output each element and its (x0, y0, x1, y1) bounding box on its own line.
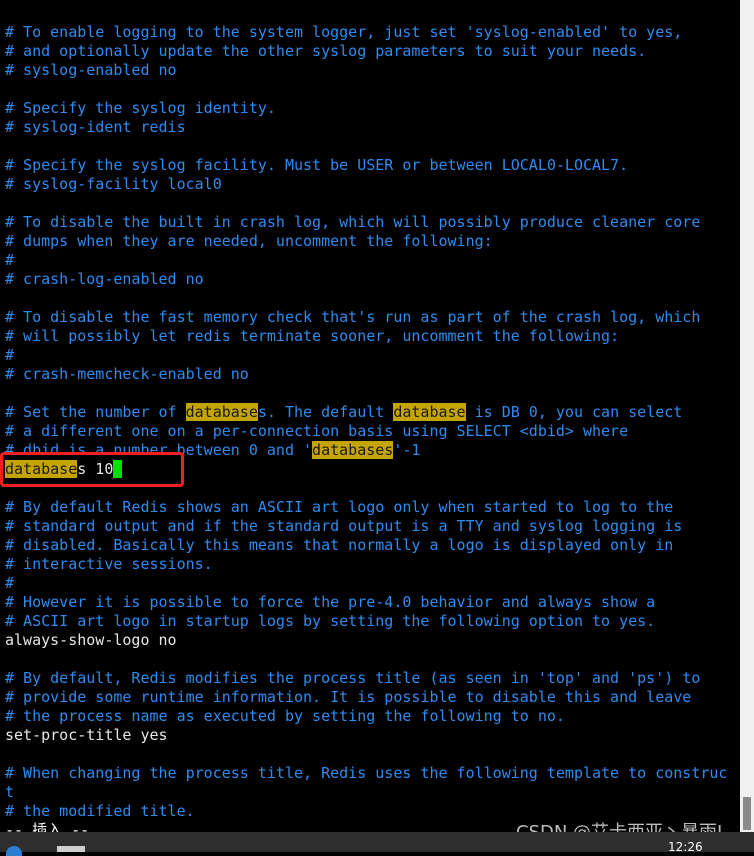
annotation-highlight-box (0, 452, 184, 487)
editor-line: # syslog-enabled no (5, 61, 740, 80)
code-text: # (5, 574, 15, 592)
code-text: # the modified title. (5, 802, 195, 820)
code-text: # (5, 346, 15, 364)
vim-editor[interactable]: # To enable logging to the system logger… (5, 23, 740, 840)
code-text: # By default Redis shows an ASCII art lo… (5, 498, 674, 516)
code-text: # (5, 251, 15, 269)
code-text: # syslog-facility local0 (5, 175, 222, 193)
code-text: # a different one on a per-connection ba… (5, 422, 629, 440)
code-text: # Set the number of (5, 403, 186, 421)
editor-line: # Specify the syslog facility. Must be U… (5, 156, 740, 175)
code-text: # the process name as executed by settin… (5, 707, 565, 725)
code-text: # syslog-enabled no (5, 61, 177, 79)
editor-line: # crash-memcheck-enabled no (5, 365, 740, 384)
code-text: s. The default (257, 403, 394, 421)
editor-line: # syslog-ident redis (5, 118, 740, 137)
editor-line: # By default Redis shows an ASCII art lo… (5, 498, 740, 517)
code-text: # will possibly let redis terminate soon… (5, 327, 620, 345)
code-text: # crash-memcheck-enabled no (5, 365, 249, 383)
editor-line: # Specify the syslog identity. (5, 99, 740, 118)
editor-line: # Set the number of databases. The defau… (5, 403, 740, 422)
code-text: # interactive sessions. (5, 555, 213, 573)
editor-line: # To disable the fast memory check that'… (5, 308, 740, 327)
editor-line: # syslog-facility local0 (5, 175, 740, 194)
code-text: # To disable the built in crash log, whi… (5, 213, 701, 231)
code-text: # Specify the syslog facility. Must be U… (5, 156, 629, 174)
editor-line: # (5, 346, 740, 365)
editor-line: # However it is possible to force the pr… (5, 593, 740, 612)
code-text: is DB 0, you can select (465, 403, 683, 421)
editor-line: # (5, 574, 740, 593)
editor-line: t (5, 783, 740, 802)
editor-line: # ASCII art logo in startup logs by sett… (5, 612, 740, 631)
editor-line: # To disable the built in crash log, whi… (5, 213, 740, 232)
code-text: # Specify the syslog identity. (5, 99, 276, 117)
scrollbar[interactable] (740, 0, 754, 832)
code-text: # To enable logging to the system logger… (5, 23, 683, 41)
taskbar-app-item[interactable] (57, 846, 85, 852)
scrollbar-thumb[interactable] (743, 797, 751, 830)
editor-line: # dumps when they are needed, uncomment … (5, 232, 740, 251)
code-text: t (5, 783, 15, 801)
code-text: # dumps when they are needed, uncomment … (5, 232, 493, 250)
editor-line: # will possibly let redis terminate soon… (5, 327, 740, 346)
editor-line: # (5, 251, 740, 270)
editor-line: # provide some runtime information. It i… (5, 688, 740, 707)
editor-line: # and optionally update the other syslog… (5, 42, 740, 61)
editor-line: # crash-log-enabled no (5, 270, 740, 289)
code-text: # disabled. Basically this means that no… (5, 536, 674, 554)
editor-line: # When changing the process title, Redis… (5, 764, 740, 783)
code-text: always-show-logo no (5, 631, 177, 649)
code-text: # syslog-ident redis (5, 118, 186, 136)
editor-line: # By default, Redis modifies the process… (5, 669, 740, 688)
code-text: set-proc-title yes (5, 726, 168, 744)
editor-line: # the process name as executed by settin… (5, 707, 740, 726)
code-text: # To disable the fast memory check that'… (5, 308, 701, 326)
code-text: # provide some runtime information. It i… (5, 688, 692, 706)
editor-line: set-proc-title yes (5, 726, 740, 745)
code-text: '-1 (393, 441, 421, 459)
start-icon[interactable] (6, 846, 22, 856)
editor-line: # disabled. Basically this means that no… (5, 536, 740, 555)
search-match: databases (312, 441, 394, 459)
code-text: # standard output and if the standard ou… (5, 517, 683, 535)
search-match: database (185, 403, 258, 421)
code-text: # However it is possible to force the pr… (5, 593, 656, 611)
taskbar (0, 832, 754, 852)
editor-line: # standard output and if the standard ou… (5, 517, 740, 536)
code-text: # By default, Redis modifies the process… (5, 669, 701, 687)
editor-line: # interactive sessions. (5, 555, 740, 574)
code-text: # crash-log-enabled no (5, 270, 204, 288)
editor-line: # a different one on a per-connection ba… (5, 422, 740, 441)
code-text: # ASCII art logo in startup logs by sett… (5, 612, 656, 630)
editor-line: always-show-logo no (5, 631, 740, 650)
code-text: # and optionally update the other syslog… (5, 42, 647, 60)
code-text: # When changing the process title, Redis… (5, 764, 728, 782)
editor-line: # To enable logging to the system logger… (5, 23, 740, 42)
search-match: database (393, 403, 466, 421)
